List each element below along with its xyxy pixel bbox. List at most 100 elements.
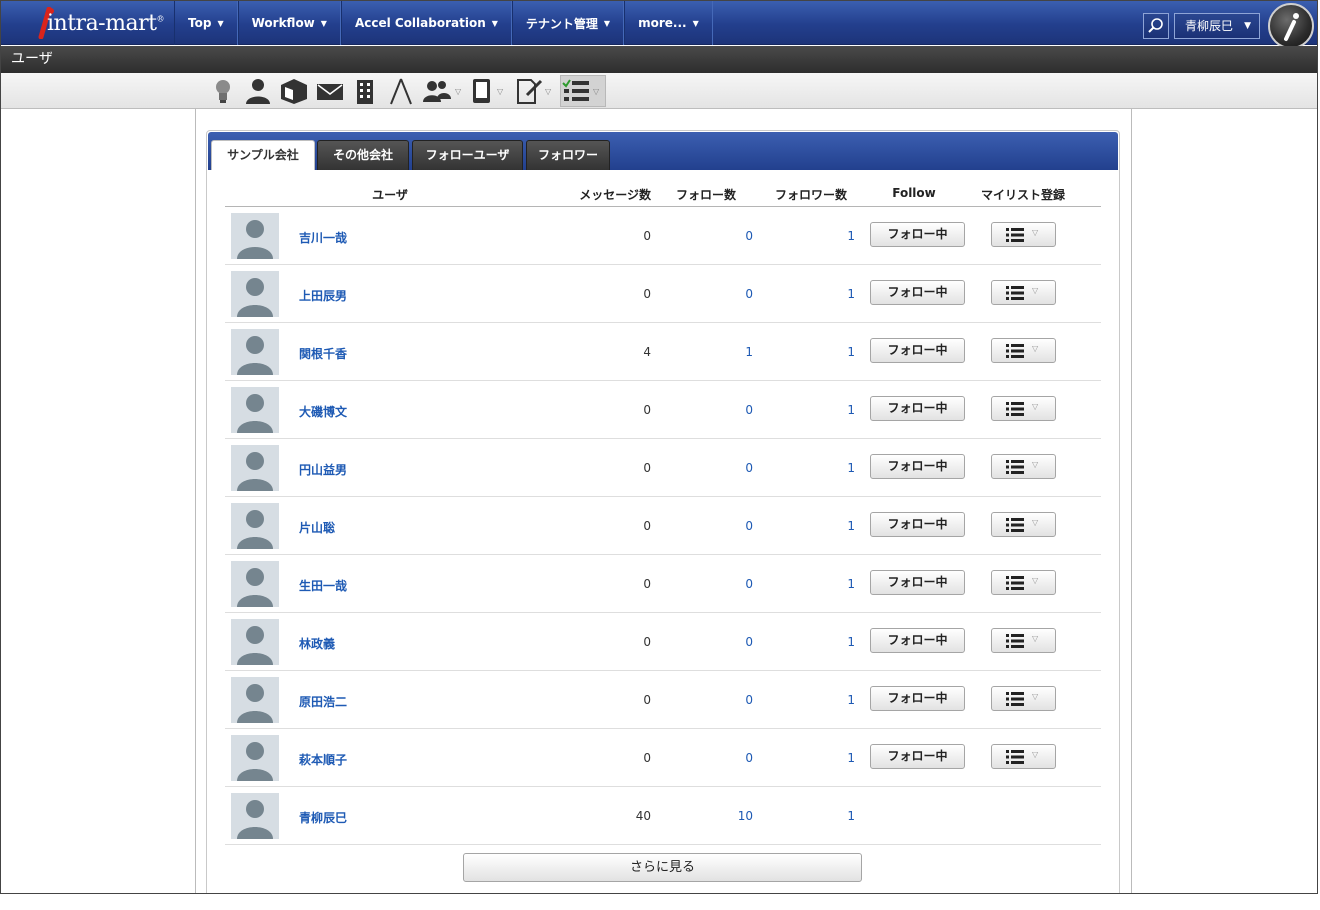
avatar[interactable] — [231, 213, 279, 259]
mylist-dropdown-button[interactable]: ▽ — [991, 338, 1056, 363]
follower-count-link[interactable]: 1 — [795, 345, 855, 359]
list-icon — [1006, 402, 1024, 416]
chevron-down-icon: ▽ — [1032, 692, 1039, 701]
tab-sample-company[interactable]: サンプル会社 — [211, 140, 315, 170]
user-name-link[interactable]: 片山聡 — [299, 519, 335, 536]
mylist-dropdown-button[interactable]: ▽ — [991, 454, 1056, 479]
person-icon[interactable] — [244, 75, 272, 107]
avatar[interactable] — [231, 387, 279, 433]
default-avatar-icon — [231, 503, 279, 549]
follow-count-link[interactable]: 0 — [695, 461, 753, 475]
building-icon[interactable] — [353, 75, 379, 107]
following-button[interactable]: フォロー中 — [870, 512, 965, 537]
following-button[interactable]: フォロー中 — [870, 338, 965, 363]
envelope-icon[interactable] — [315, 75, 345, 107]
mylist-dropdown-button[interactable]: ▽ — [991, 570, 1056, 595]
follower-count-link[interactable]: 1 — [795, 751, 855, 765]
message-count: 0 — [643, 461, 651, 475]
nav-more[interactable]: more... ▼ — [624, 1, 713, 45]
user-name-link[interactable]: 吉川一哉 — [299, 229, 347, 246]
avatar[interactable] — [231, 503, 279, 549]
search-button[interactable] — [1143, 13, 1169, 39]
group-icon[interactable]: ▽ — [421, 75, 461, 107]
follow-count-link[interactable]: 0 — [695, 229, 753, 243]
following-button[interactable]: フォロー中 — [870, 222, 965, 247]
main-menu: Top ▼ Workflow ▼ Accel Collaboration ▼ テナント… — [174, 1, 713, 45]
user-name-link[interactable]: 円山益男 — [299, 461, 347, 478]
follow-count-link[interactable]: 0 — [695, 693, 753, 707]
follow-count-link[interactable]: 0 — [695, 577, 753, 591]
chevron-down-icon: ▽ — [545, 86, 552, 96]
tab-follow-users[interactable]: フォローユーザ — [412, 140, 523, 170]
tab-other-company[interactable]: その他会社 — [317, 140, 409, 170]
user-name-link[interactable]: 林政義 — [299, 635, 335, 652]
user-menu[interactable]: 青柳辰巳 ▼ — [1174, 13, 1260, 39]
follower-count-link[interactable]: 1 — [795, 809, 855, 823]
follow-count-link[interactable]: 10 — [695, 809, 753, 823]
mylist-dropdown-button[interactable]: ▽ — [991, 396, 1056, 421]
mylist-dropdown-button[interactable]: ▽ — [991, 280, 1056, 305]
compass-icon[interactable] — [387, 75, 415, 107]
avatar[interactable] — [231, 619, 279, 665]
avatar[interactable] — [231, 735, 279, 781]
follow-count-link[interactable]: 0 — [695, 403, 753, 417]
checklist-icon[interactable]: ▽ — [560, 75, 606, 107]
follower-count-link[interactable]: 1 — [795, 461, 855, 475]
device-icon[interactable]: ▽ — [469, 75, 503, 107]
follow-count-link[interactable]: 0 — [695, 751, 753, 765]
follower-count-link[interactable]: 1 — [795, 229, 855, 243]
message-count: 0 — [643, 287, 651, 301]
following-button[interactable]: フォロー中 — [870, 744, 965, 769]
user-name-link[interactable]: 萩本順子 — [299, 751, 347, 768]
tab-followers[interactable]: フォロワー — [526, 140, 610, 170]
device-glyph — [473, 79, 490, 103]
mylist-dropdown-button[interactable]: ▽ — [991, 686, 1056, 711]
mylist-dropdown-button[interactable]: ▽ — [991, 628, 1056, 653]
following-button[interactable]: フォロー中 — [870, 686, 965, 711]
user-name-link[interactable]: 青柳辰巳 — [299, 809, 347, 826]
following-button[interactable]: フォロー中 — [870, 570, 965, 595]
nav-workflow[interactable]: Workflow ▼ — [237, 1, 341, 45]
lightbulb-icon[interactable] — [211, 75, 235, 107]
user-name-link[interactable]: 関根千香 — [299, 345, 347, 362]
user-name-link[interactable]: 大磯博文 — [299, 403, 347, 420]
following-button[interactable]: フォロー中 — [870, 628, 965, 653]
follow-count-link[interactable]: 1 — [695, 345, 753, 359]
avatar[interactable] — [231, 271, 279, 317]
user-name-link[interactable]: 上田辰男 — [299, 287, 347, 304]
follow-count-link[interactable]: 0 — [695, 519, 753, 533]
mylist-dropdown-button[interactable]: ▽ — [991, 222, 1056, 247]
chevron-down-icon: ▼ — [1244, 21, 1251, 31]
follower-count-link[interactable]: 1 — [795, 693, 855, 707]
follower-count-link[interactable]: 1 — [795, 287, 855, 301]
follower-count-link[interactable]: 1 — [795, 635, 855, 649]
info-logo-icon[interactable] — [1268, 3, 1314, 49]
default-avatar-icon — [231, 561, 279, 607]
show-more-button[interactable]: さらに見る — [463, 853, 862, 882]
following-button[interactable]: フォロー中 — [870, 454, 965, 479]
mylist-dropdown-button[interactable]: ▽ — [991, 744, 1056, 769]
mylist-dropdown-button[interactable]: ▽ — [991, 512, 1056, 537]
avatar[interactable] — [231, 793, 279, 839]
avatar[interactable] — [231, 329, 279, 375]
follower-count-link[interactable]: 1 — [795, 577, 855, 591]
list-icon — [1006, 750, 1024, 764]
box-icon[interactable] — [279, 75, 309, 107]
document-edit-icon[interactable]: ▽ — [515, 75, 551, 107]
nav-accel-collaboration[interactable]: Accel Collaboration ▼ — [340, 1, 512, 45]
avatar[interactable] — [231, 677, 279, 723]
avatar[interactable] — [231, 561, 279, 607]
follow-count-link[interactable]: 0 — [695, 635, 753, 649]
box-glyph — [281, 79, 307, 104]
nav-workflow-label: Workflow — [251, 16, 315, 30]
user-name-link[interactable]: 生田一哉 — [299, 577, 347, 594]
avatar[interactable] — [231, 445, 279, 491]
nav-top[interactable]: Top ▼ — [174, 1, 238, 45]
following-button[interactable]: フォロー中 — [870, 280, 965, 305]
following-button[interactable]: フォロー中 — [870, 396, 965, 421]
nav-tenant-admin[interactable]: テナント管理 ▼ — [511, 1, 625, 45]
follower-count-link[interactable]: 1 — [795, 519, 855, 533]
user-name-link[interactable]: 原田浩二 — [299, 693, 347, 710]
follower-count-link[interactable]: 1 — [795, 403, 855, 417]
follow-count-link[interactable]: 0 — [695, 287, 753, 301]
